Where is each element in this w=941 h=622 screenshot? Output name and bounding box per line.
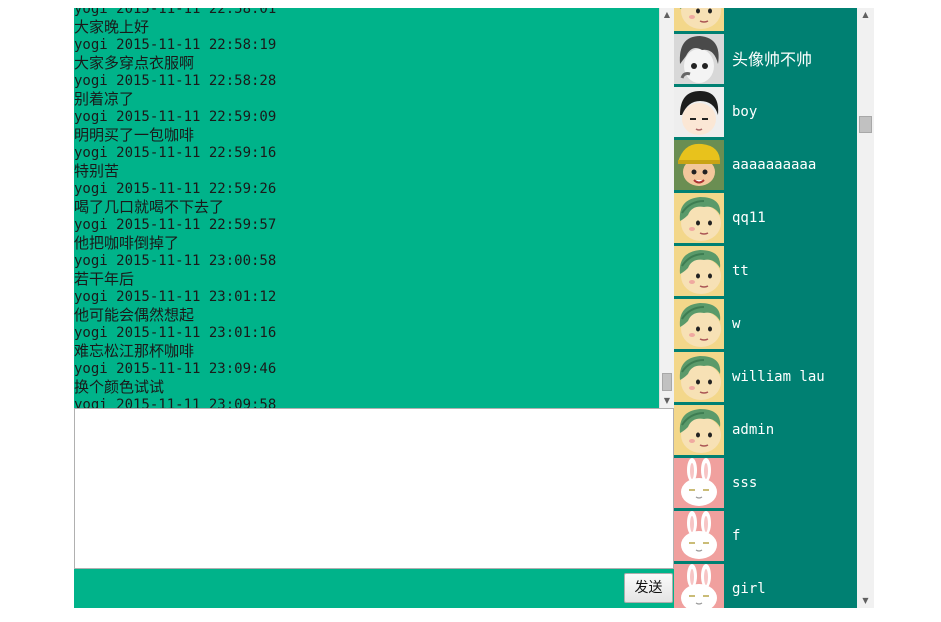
user-name: girl — [732, 581, 766, 597]
user-list-item[interactable]: w — [674, 298, 857, 351]
chat-message-panel: yogi 2015-11-11 22:58:01 大家晚上好 yogi 2015-1… — [74, 8, 674, 408]
user-list-item[interactable]: 头像帅不帅 — [674, 33, 857, 86]
message-text: 明明买了一包咖啡 — [74, 126, 195, 144]
message-meta: yogi 2015-11-11 22:59:16 — [74, 145, 277, 161]
user-name: w — [732, 316, 741, 332]
gray-hair-avatar — [674, 34, 724, 84]
white-rabbit-avatar — [674, 458, 724, 508]
user-list-item[interactable]: aaaaaaaaaa — [674, 139, 857, 192]
black-hair-boy-avatar — [674, 87, 724, 137]
user-name: tt — [732, 263, 749, 279]
user-name: f — [732, 528, 741, 544]
message-meta: yogi 2015-11-11 23:01:16 — [74, 325, 277, 341]
message-meta: yogi 2015-11-11 22:59:09 — [74, 109, 277, 125]
up-arrow-icon[interactable]: ▲ — [857, 8, 874, 22]
down-arrow-icon[interactable]: ▼ — [857, 594, 874, 608]
user-name: 头像帅不帅 — [732, 50, 813, 69]
user-list-item[interactable]: qq11 — [674, 192, 857, 245]
message-meta: yogi 2015-11-11 23:09:46 — [74, 361, 277, 377]
message-text: 他可能会偶然想起 — [74, 306, 195, 324]
user-name: admin — [732, 422, 775, 438]
user-list-item[interactable] — [674, 8, 857, 33]
green-boy-avatar — [674, 193, 724, 243]
up-arrow-icon[interactable]: ▲ — [660, 8, 674, 22]
message-meta: yogi 2015-11-11 23:00:58 — [74, 253, 277, 269]
message-meta: yogi 2015-11-11 22:59:57 — [74, 217, 277, 233]
user-name: qq11 — [732, 210, 766, 226]
message-text: 难忘松江那杯咖啡 — [74, 342, 195, 360]
user-list-scrollbar[interactable]: ▲ ▼ — [857, 8, 874, 608]
chat-scrollbar[interactable]: ▲ ▼ — [659, 8, 674, 408]
green-boy-avatar — [674, 405, 724, 455]
message-meta: yogi 2015-11-11 22:58:01 — [74, 8, 277, 17]
user-list-item[interactable]: boy — [674, 86, 857, 139]
user-list-item[interactable]: sss — [674, 457, 857, 510]
green-boy-avatar — [674, 246, 724, 296]
user-list-item[interactable]: william lau — [674, 351, 857, 404]
message-text: 他把咖啡倒掉了 — [74, 234, 180, 252]
message-text: 特别苦 — [74, 162, 120, 180]
message-text: 大家多穿点衣服啊 — [74, 54, 195, 72]
user-name: sss — [732, 475, 758, 491]
online-user-panel: 头像帅不帅 boy aaaaaaaaaa qq11 tt w william l… — [674, 8, 857, 608]
user-name: boy — [732, 104, 758, 120]
white-rabbit-avatar — [674, 511, 724, 561]
user-list: 头像帅不帅 boy aaaaaaaaaa qq11 tt w william l… — [674, 8, 857, 608]
user-list-item[interactable]: f — [674, 510, 857, 563]
yellow-hat-avatar — [674, 140, 724, 190]
user-list-scrollbar-thumb[interactable] — [859, 116, 872, 133]
message-meta: yogi 2015-11-11 23:01:12 — [74, 289, 277, 305]
message-text: 换个颜色试试 — [74, 378, 165, 396]
user-list-item[interactable]: admin — [674, 404, 857, 457]
user-name: aaaaaaaaaa — [732, 157, 817, 173]
green-boy-avatar — [674, 299, 724, 349]
message-meta: yogi 2015-11-11 22:58:28 — [74, 73, 277, 89]
send-button[interactable]: 发送 — [624, 573, 673, 603]
message-text: 若干年后 — [74, 270, 135, 288]
input-toolbar: 发送 — [74, 569, 674, 608]
green-boy-avatar — [674, 8, 724, 31]
message-text: 喝了几口就喝不下去了 — [74, 198, 225, 216]
message-meta: yogi 2015-11-11 23:09:58 — [74, 397, 277, 408]
down-arrow-icon[interactable]: ▼ — [660, 394, 674, 408]
white-rabbit-avatar — [674, 564, 724, 608]
user-list-item[interactable]: tt — [674, 245, 857, 298]
chat-scrollbar-thumb[interactable] — [662, 373, 672, 391]
user-name: william lau — [732, 369, 825, 385]
message-list: yogi 2015-11-11 22:58:01 大家晚上好 yogi 2015-1… — [74, 8, 660, 408]
green-boy-avatar — [674, 352, 724, 402]
message-text: 大家晚上好 — [74, 18, 150, 36]
user-list-item[interactable]: girl — [674, 563, 857, 608]
message-input[interactable] — [74, 408, 674, 569]
message-text: 别着凉了 — [74, 90, 135, 108]
message-meta: yogi 2015-11-11 22:58:19 — [74, 37, 277, 53]
message-meta: yogi 2015-11-11 22:59:26 — [74, 181, 277, 197]
